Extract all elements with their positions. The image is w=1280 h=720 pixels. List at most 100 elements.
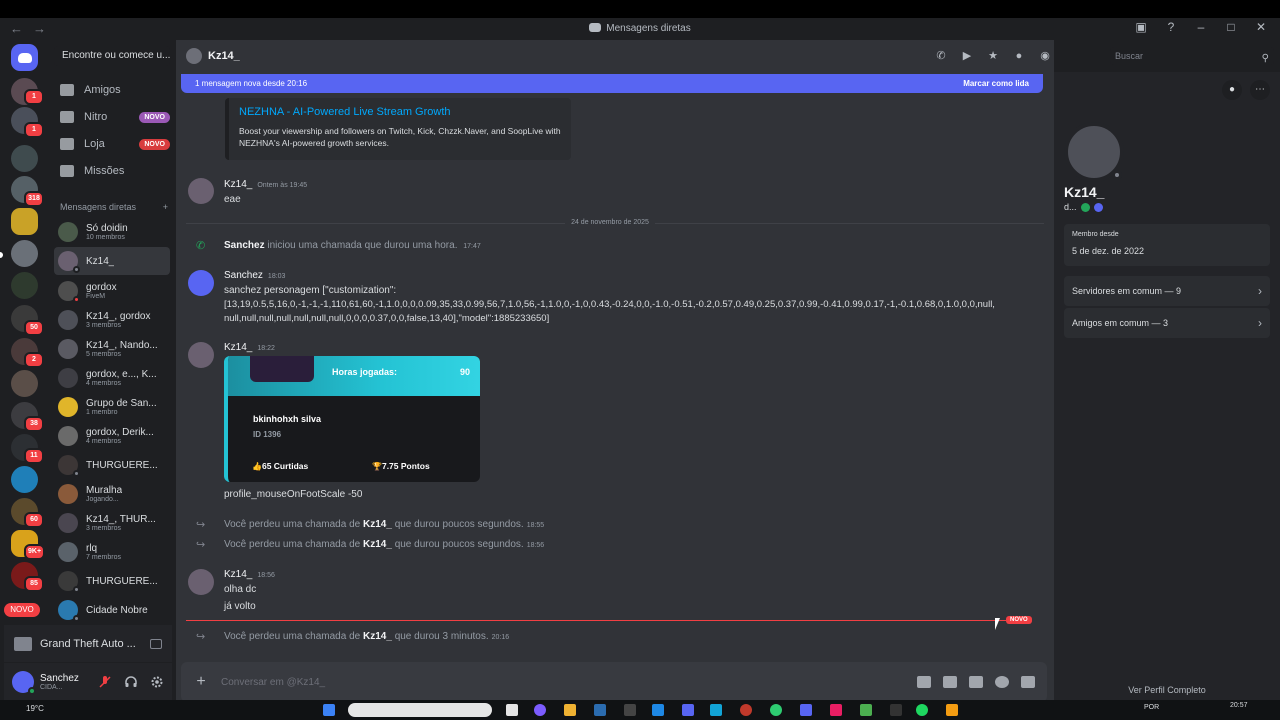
emoji-icon[interactable] — [995, 676, 1009, 688]
add-friend-icon[interactable]: ● — [1012, 49, 1026, 63]
message-avatar[interactable] — [188, 342, 214, 368]
app-icon[interactable] — [916, 704, 928, 716]
video-icon[interactable]: ▶ — [960, 49, 974, 63]
message-avatar[interactable] — [188, 178, 214, 204]
app-icon[interactable] — [740, 704, 752, 716]
more-options-icon[interactable]: ⋯ — [1250, 80, 1270, 100]
server-icon[interactable] — [11, 145, 38, 172]
missed-from[interactable]: Kz14_ — [363, 539, 392, 550]
user-avatar[interactable] — [12, 671, 36, 695]
nav-friends[interactable]: Amigos — [54, 78, 170, 102]
pin-icon[interactable]: ★ — [986, 49, 1000, 63]
app-icon[interactable] — [594, 704, 606, 716]
language-indicator[interactable]: POR — [1144, 704, 1159, 711]
player-card-image[interactable]: Horas jogadas: 90 bkinhohxh silva ID 139… — [224, 356, 480, 482]
dm-item[interactable]: Só doidin 10 membros — [54, 218, 170, 246]
inbox-icon[interactable]: ▣ — [1134, 20, 1148, 34]
add-friend-icon[interactable]: ● — [1222, 80, 1242, 100]
start-icon[interactable] — [323, 704, 335, 716]
call-icon[interactable]: ✆ — [934, 49, 948, 63]
discord-taskbar-icon[interactable] — [800, 704, 812, 716]
activity-panel[interactable]: Grand Theft Auto ... — [4, 625, 172, 662]
message-composer[interactable]: + Conversar em @Kz14_ — [181, 662, 1047, 702]
server-icon[interactable] — [11, 208, 38, 235]
dm-item[interactable]: THURGUERE... — [54, 451, 170, 479]
message-author[interactable]: Sanchez 18:03 — [224, 270, 285, 281]
author-name[interactable]: Sanchez — [224, 270, 263, 281]
app-icon[interactable] — [682, 704, 694, 716]
gift-icon[interactable] — [917, 676, 931, 688]
app-icon[interactable] — [710, 704, 722, 716]
message-author[interactable]: Kz14_ 18:22 — [224, 342, 275, 353]
headphones-icon[interactable] — [124, 675, 138, 689]
message-avatar[interactable] — [188, 569, 214, 595]
minimize-icon[interactable]: – — [1194, 20, 1208, 34]
author-name[interactable]: Kz14_ — [224, 179, 252, 190]
add-dm-button[interactable]: + — [163, 202, 168, 212]
server-icon[interactable] — [11, 240, 38, 267]
gif-icon[interactable] — [943, 676, 957, 688]
message-author[interactable]: Kz14_ Ontem às 19:45 — [224, 179, 307, 190]
dm-name: gordox, e..., K... — [86, 369, 157, 380]
mutual-friends-row[interactable]: Amigos em comum — 3 › — [1064, 308, 1270, 338]
weather-text: 19°C — [26, 704, 44, 713]
composer-input[interactable]: Conversar em @Kz14_ — [221, 677, 325, 688]
author-name[interactable]: Kz14_ — [224, 342, 252, 353]
app-icon[interactable] — [890, 704, 902, 716]
discord-home-icon[interactable] — [11, 44, 38, 71]
nav-shop[interactable]: Loja NOVO — [54, 132, 170, 156]
dm-search-input[interactable]: Encontre ou comece u... — [54, 46, 170, 66]
server-icon[interactable] — [11, 370, 38, 397]
dm-item[interactable]: Muralha Jogando... — [54, 480, 170, 508]
mark-read-button[interactable]: Marcar como lida — [963, 79, 1029, 88]
folder-icon[interactable] — [564, 704, 576, 716]
dm-item[interactable]: THURGUERE... — [54, 567, 170, 595]
view-full-profile-link[interactable]: Ver Perfil Completo — [1054, 685, 1280, 695]
app-icon[interactable] — [624, 704, 636, 716]
mutual-servers-row[interactable]: Servidores em comum — 9 › — [1064, 276, 1270, 306]
profile-avatar[interactable] — [1064, 122, 1124, 182]
call-author[interactable]: Sanchez — [224, 240, 265, 251]
search-input[interactable]: Buscar ⚲ — [1110, 47, 1274, 65]
nav-quests[interactable]: Missões — [54, 159, 170, 183]
taskbar-search[interactable] — [348, 703, 492, 717]
app-icon[interactable] — [770, 704, 782, 716]
app-icon[interactable] — [534, 704, 546, 716]
server-icon[interactable] — [11, 272, 38, 299]
dm-item[interactable]: Kz14_, Nando... 5 membros — [54, 335, 170, 363]
help-icon[interactable]: ? — [1164, 20, 1178, 34]
nav-nitro[interactable]: Nitro NOVO — [54, 105, 170, 129]
maximize-icon[interactable]: □ — [1224, 20, 1238, 34]
dm-item[interactable]: gordox FiveM — [54, 277, 170, 305]
dm-item[interactable]: Cidade Nobre — [54, 596, 170, 624]
clock[interactable]: 20:57 — [1230, 701, 1248, 710]
mute-mic-icon[interactable] — [98, 675, 112, 689]
activity-icon[interactable] — [150, 638, 162, 649]
app-icon[interactable] — [506, 704, 518, 716]
close-icon[interactable]: ✕ — [1254, 20, 1268, 34]
app-icon[interactable] — [946, 704, 958, 716]
embed-title[interactable]: NEZHNA - AI-Powered Live Stream Growth — [239, 106, 561, 118]
apps-icon[interactable] — [1021, 676, 1035, 688]
missed-from[interactable]: Kz14_ — [363, 519, 392, 530]
dm-item[interactable]: rlq 7 membros — [54, 538, 170, 566]
dm-item[interactable]: Kz14_, THUR... 3 membros — [54, 509, 170, 537]
app-icon[interactable] — [830, 704, 842, 716]
author-name[interactable]: Kz14_ — [224, 569, 252, 580]
settings-gear-icon[interactable] — [150, 675, 164, 689]
message-author[interactable]: Kz14_ 18:56 — [224, 569, 275, 580]
dm-item[interactable]: gordox, e..., K... 4 membros — [54, 364, 170, 392]
new-messages-bar[interactable]: 1 mensagem nova desde 20:16 Marcar como … — [181, 74, 1043, 93]
app-icon[interactable] — [652, 704, 664, 716]
server-icon[interactable] — [11, 466, 38, 493]
message-avatar[interactable] — [188, 270, 214, 296]
attach-plus-icon[interactable]: + — [191, 672, 211, 692]
profile-toggle-icon[interactable]: ◉ — [1038, 49, 1052, 63]
app-icon[interactable] — [860, 704, 872, 716]
dm-item[interactable]: Grupo de San... 1 membro — [54, 393, 170, 421]
dm-item-active[interactable]: Kz14_ — [54, 247, 170, 275]
dm-item[interactable]: gordox, Derik... 4 membros — [54, 422, 170, 450]
dm-item[interactable]: Kz14_, gordox 3 membros — [54, 306, 170, 334]
missed-from[interactable]: Kz14_ — [363, 631, 392, 642]
sticker-icon[interactable] — [969, 676, 983, 688]
